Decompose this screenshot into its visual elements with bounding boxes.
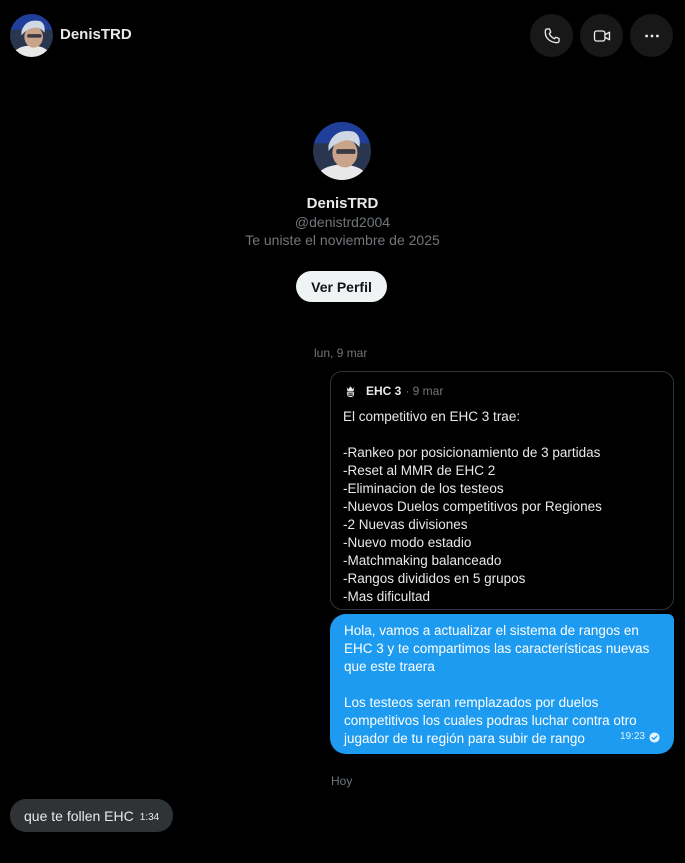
message-text: que te follen EHC <box>24 807 134 824</box>
quoted-post-line: -Nuevos Duelos competitivos por Regiones <box>343 499 602 514</box>
quoted-post-text: El competitivo en EHC 3 trae: -Rankeo po… <box>343 408 661 606</box>
message-line: Hola, vamos a actualizar el sistema de r… <box>344 623 639 638</box>
ehc-logo-icon <box>343 383 358 399</box>
message-line: Los testeos seran remplazados por duelos <box>344 695 599 710</box>
contact-name[interactable]: DenisTRD <box>60 26 132 43</box>
message-line: EHC 3 y te compartimos las característic… <box>344 641 650 656</box>
profile-avatar-image <box>313 122 371 180</box>
profile-name: DenisTRD <box>306 195 379 212</box>
date-separator: Hoy <box>331 774 353 788</box>
quoted-post-line: -Matchmaking balanceado <box>343 553 502 568</box>
more-horizontal-icon <box>644 34 659 37</box>
quoted-post-line: El competitivo en EHC 3 trae: <box>343 409 521 424</box>
more-options-button[interactable] <box>630 14 673 57</box>
profile-joined-date: Te uniste el noviembre de 2025 <box>245 232 440 248</box>
conversation-header: DenisTRD <box>0 0 685 72</box>
avatar-image <box>10 14 53 57</box>
message-meta: 19:23 <box>620 728 660 746</box>
quoted-post-line: -Rangos divididos en 5 grupos <box>343 571 526 586</box>
quoted-post-date: · 9 mar <box>405 384 444 398</box>
avatar[interactable] <box>10 14 53 57</box>
quoted-post-card[interactable]: EHC 3 · 9 mar El competitivo en EHC 3 tr… <box>330 371 674 610</box>
quoted-post-line: -2 Nuevas divisiones <box>343 517 468 532</box>
quoted-post-author: EHC 3 <box>366 384 402 398</box>
message-time: 19:23 <box>619 731 645 742</box>
profile-handle: @denistrd2004 <box>294 214 391 230</box>
profile-avatar[interactable] <box>313 122 371 180</box>
date-separator: lun, 9 mar <box>314 346 368 360</box>
quoted-post-line <box>343 426 661 444</box>
video-camera-icon <box>593 29 610 42</box>
message-line: competitivos los cuales podras luchar co… <box>344 713 637 728</box>
message-time: 1:34 <box>139 812 160 823</box>
quoted-post-line: -Mas dificultad <box>343 589 431 604</box>
sent-message-bubble[interactable]: Hola, vamos a actualizar el sistema de r… <box>330 614 674 754</box>
quoted-post-line: -Reset al MMR de EHC 2 <box>343 463 496 478</box>
quoted-post-header: EHC 3 · 9 mar <box>343 382 661 400</box>
message-line <box>344 676 660 694</box>
quoted-post-line: -Nuevo modo estadio <box>343 535 472 550</box>
phone-icon <box>544 27 560 43</box>
sent-check-icon <box>649 731 660 743</box>
quoted-post-line: -Rankeo por posicionamiento de 3 partida… <box>343 445 601 460</box>
call-button[interactable] <box>530 14 573 57</box>
received-message-bubble[interactable]: que te follen EHC 1:34 <box>10 799 174 832</box>
quoted-post-line: -Eliminacion de los testeos <box>343 481 504 496</box>
message-line: que este traera <box>344 659 435 674</box>
video-call-button[interactable] <box>580 14 623 57</box>
message-line: jugador de tu región para subir de rango <box>344 731 585 746</box>
view-profile-button[interactable]: Ver Perfil <box>296 271 387 302</box>
